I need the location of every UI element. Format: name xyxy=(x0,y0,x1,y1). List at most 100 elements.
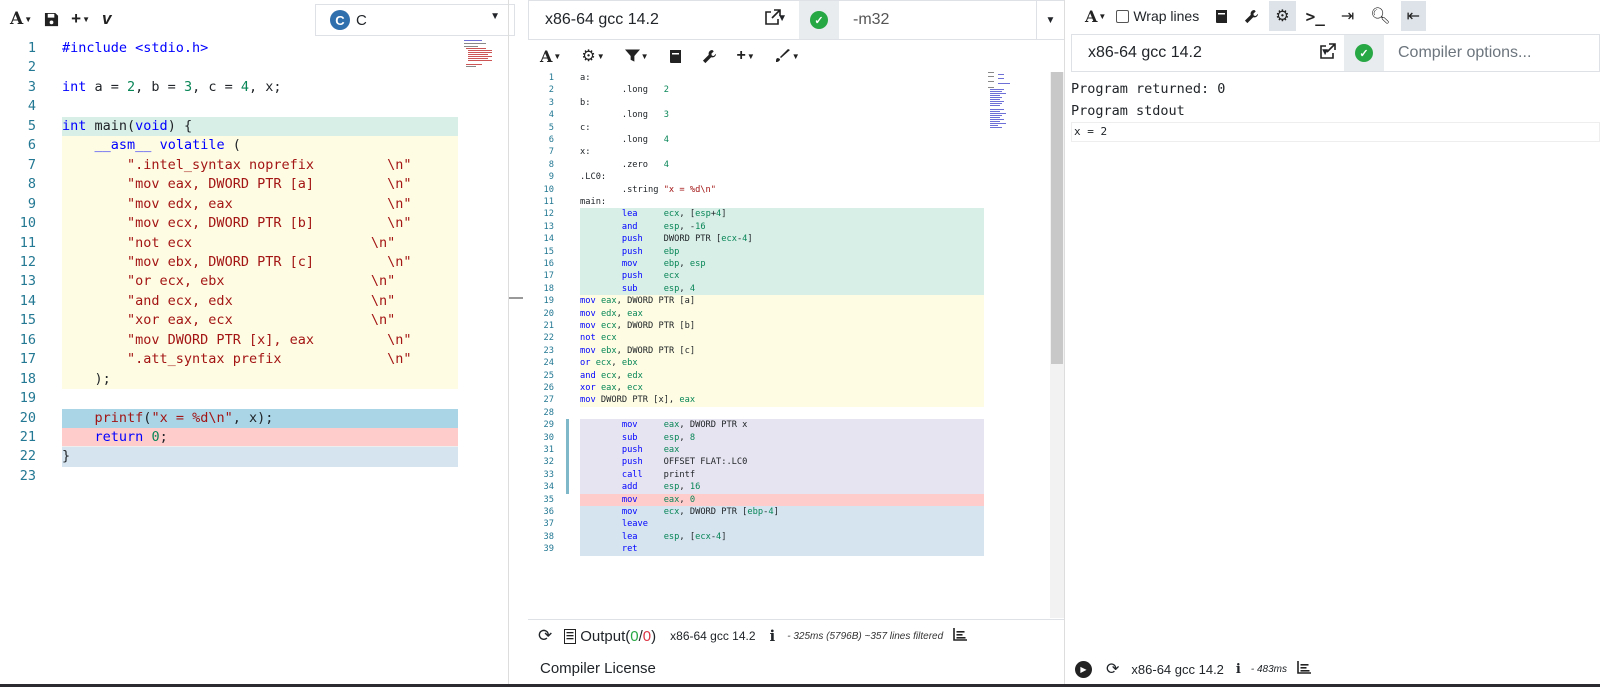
executor-options-input[interactable]: Compiler options... xyxy=(1384,35,1599,71)
popout-icon[interactable] xyxy=(1320,43,1336,64)
line-number: 23 xyxy=(19,467,36,484)
run-button[interactable]: ▶ xyxy=(1075,660,1092,678)
line-number: 18 xyxy=(543,283,554,294)
popout-icon[interactable] xyxy=(765,9,781,30)
line-number: 25 xyxy=(543,370,554,381)
gears-icon: ⚙ xyxy=(1275,8,1290,25)
font-size-button[interactable]: A ▼ xyxy=(4,4,38,34)
output-paren-close: ) xyxy=(651,627,657,645)
source-line[interactable]: 12 "mov ebx, DWORD PTR [c] \n" xyxy=(0,252,458,273)
line-number: 20 xyxy=(19,409,36,426)
libraries-button[interactable] xyxy=(663,41,688,71)
info-icon[interactable]: i xyxy=(1236,662,1241,677)
line-number: 38 xyxy=(543,531,554,542)
code-editor[interactable]: 1 #include <stdio.h> 2 3 int a = 2, b = 3, c… xyxy=(0,39,509,684)
line-number: 4 xyxy=(548,110,554,121)
stats-button[interactable] xyxy=(953,627,968,645)
add-button[interactable]: + ▼ xyxy=(65,4,96,34)
source-line[interactable]: 15 "xor eax, ecx \n" xyxy=(0,311,458,332)
assembly-code-text: mov eax, 0 xyxy=(580,493,984,506)
font-size-button[interactable]: A ▼ xyxy=(534,41,567,71)
source-line[interactable]: 3 int a = 2, b = 3, c = 4, x; xyxy=(0,78,458,98)
compiler-select[interactable]: x86-64 gcc 14.2 ▼ xyxy=(529,1,799,39)
source-code-text: ".intel_syntax noprefix \n" xyxy=(62,155,458,176)
source-line[interactable]: 10 "mov ecx, DWORD PTR [b] \n" xyxy=(0,214,458,234)
source-line[interactable]: 16 "mov DWORD PTR [x], eax \n" xyxy=(0,330,458,351)
stdin-button[interactable]: ⇥ xyxy=(1335,1,1360,31)
libraries-button[interactable] xyxy=(1209,1,1234,31)
source-line[interactable]: 7 ".intel_syntax noprefix \n" xyxy=(0,155,458,176)
compiler-name-label: x86-64 gcc 14.2 xyxy=(670,629,756,643)
assembly-code-text: lea esp, [ecx-4] xyxy=(580,530,984,544)
source-code-text: "mov ecx, DWORD PTR [b] \n" xyxy=(62,214,458,234)
pane-divider[interactable] xyxy=(508,0,509,684)
execution-args-button[interactable]: >_ xyxy=(1300,1,1331,31)
source-line[interactable]: 5 int main(void) { xyxy=(0,116,458,137)
source-line[interactable]: 13 "or ecx, ebx \n" xyxy=(0,272,458,293)
assembly-minimap[interactable] xyxy=(988,72,1032,142)
source-line[interactable]: 6 __asm__ volatile ( xyxy=(0,136,458,157)
info-icon[interactable]: i xyxy=(770,627,776,645)
assembly-code-text: add esp, 16 xyxy=(580,481,984,494)
source-line[interactable]: 11 "not ecx \n" xyxy=(0,233,458,254)
source-minimap[interactable] xyxy=(464,40,504,70)
source-line[interactable]: 2 xyxy=(0,58,458,78)
vim-button[interactable]: v xyxy=(96,4,117,34)
line-number: 14 xyxy=(19,292,36,309)
line-number: 11 xyxy=(543,197,554,207)
assembly-code-text: ret xyxy=(580,543,984,556)
source-line[interactable]: 8 "mov eax, DWORD PTR [a] \n" xyxy=(0,175,458,195)
line-number: 1 xyxy=(27,40,36,56)
rerun-button[interactable]: ⟳ xyxy=(1106,659,1119,679)
assembly-code-text: a: xyxy=(580,73,591,83)
line-number: 21 xyxy=(543,321,554,331)
execute-status-button[interactable]: ✓ xyxy=(1344,35,1384,71)
assembly-code-text: lea ecx, [esp+4] xyxy=(580,208,984,221)
tools-button[interactable] xyxy=(696,41,723,71)
line-number: 21 xyxy=(19,429,36,445)
font-size-button[interactable]: A ▼ xyxy=(1079,1,1112,31)
source-line[interactable]: 18 ); xyxy=(0,369,458,390)
source-line[interactable]: 19 xyxy=(0,389,458,409)
filter-button[interactable]: ▼ xyxy=(619,41,655,71)
source-line[interactable]: 20 printf("x = %d\n", x); xyxy=(0,408,458,429)
source-line[interactable]: 17 ".att_syntax prefix \n" xyxy=(0,350,458,370)
source-line[interactable]: 4 xyxy=(0,97,458,117)
source-line[interactable]: 9 "mov edx, eax \n" xyxy=(0,194,458,215)
settings-button[interactable]: ⚙ ▼ xyxy=(575,41,610,71)
tools-button[interactable] xyxy=(1238,1,1265,31)
save-button[interactable] xyxy=(38,4,65,34)
compiler-license-link[interactable]: Compiler License xyxy=(540,660,656,677)
line-number: 28 xyxy=(543,407,554,418)
assembly-output[interactable]: 1 a: 2 .long 2 3 b: 4 .long 3 5 c: 6 .long 4 7 x: 8… xyxy=(528,72,1048,618)
program-output: Program returned: 0 Program stdout x = 2 xyxy=(1071,78,1600,142)
bar-chart-icon xyxy=(953,627,968,641)
source-line[interactable]: 23 xyxy=(0,467,458,487)
color-scheme-button[interactable]: ▼ xyxy=(769,41,806,71)
compiler-options-input[interactable]: -m32 xyxy=(839,1,1035,39)
options-dropdown-button[interactable]: ▼ xyxy=(1036,1,1064,39)
assembly-code-text: mov edx, eax xyxy=(580,307,984,320)
checkbox[interactable] xyxy=(1116,9,1130,23)
recompile-button[interactable]: ⟳ xyxy=(538,626,552,646)
stats-button[interactable] xyxy=(1297,661,1311,677)
add-pane-button[interactable]: + ▼ xyxy=(731,41,761,71)
executor-compiler-select[interactable]: x86-64 gcc 14.2 ▼ xyxy=(1072,35,1342,71)
compiler-settings-button[interactable]: ⚙ xyxy=(1269,1,1296,31)
source-line[interactable]: 14 "and ecx, edx \n" xyxy=(0,291,458,312)
language-select[interactable]: C C ▼ xyxy=(315,4,515,36)
source-line[interactable]: 22} xyxy=(0,447,458,468)
program-output-button[interactable]: ⇤ xyxy=(1400,1,1426,31)
source-line[interactable]: 1 #include <stdio.h> xyxy=(0,39,458,59)
compile-status-button[interactable]: ✓ xyxy=(799,1,839,39)
line-number: 24 xyxy=(543,358,554,369)
compiler-output-button[interactable]: 🔍︎ xyxy=(1364,1,1396,31)
output-button[interactable]: Output ( 0 / 0 ) xyxy=(564,628,656,645)
pane-splitter-handle[interactable] xyxy=(509,297,523,299)
source-code-text: int a = 2, b = 3, c = 4, x; xyxy=(62,78,282,95)
assembly-code-text: c: xyxy=(580,122,591,133)
wrap-lines-toggle[interactable]: Wrap lines xyxy=(1116,8,1199,24)
assembly-scrollbar-thumb[interactable] xyxy=(1051,72,1063,364)
source-line[interactable]: 21 return 0; xyxy=(0,428,458,448)
line-number: 33 xyxy=(543,469,554,480)
